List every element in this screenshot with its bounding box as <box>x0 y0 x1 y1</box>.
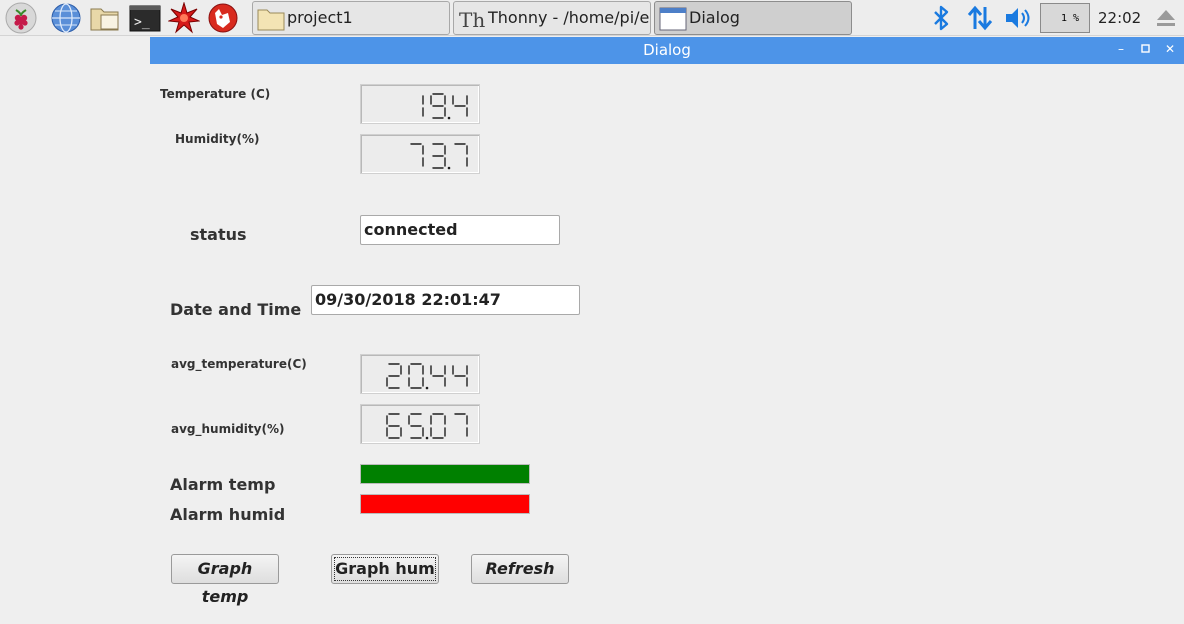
task-dialog[interactable]: Dialog <box>654 1 852 35</box>
avg-hum-lcd <box>360 404 480 444</box>
folder-icon <box>257 9 285 31</box>
avg-temp-label: avg_temperature(C) <box>171 357 307 371</box>
status-field[interactable]: connected <box>360 215 560 245</box>
humidity-label: Humidity(%) <box>175 132 260 146</box>
thonny-icon: Th <box>459 8 485 32</box>
task-label: Thonny - /home/pi/e... <box>488 8 651 27</box>
task-thonny[interactable]: Th Thonny - /home/pi/e... <box>453 1 651 35</box>
humidity-digits <box>410 143 468 170</box>
temperature-label: Temperature (C) <box>160 87 271 101</box>
mathematica-icon[interactable] <box>168 2 200 34</box>
refresh-button[interactable]: Refresh <box>471 554 569 584</box>
avg-temp-digits <box>386 363 468 390</box>
maximize-icon[interactable] <box>1139 41 1153 57</box>
graph-hum-button[interactable]: Graph hum <box>331 554 439 584</box>
close-icon[interactable]: ✕ <box>1163 41 1177 57</box>
alarm-humid-label: Alarm humid <box>170 505 286 524</box>
alarm-temp-label: Alarm temp <box>170 475 276 494</box>
datetime-field[interactable]: 09/30/2018 22:01:47 <box>311 285 580 315</box>
eject-icon[interactable] <box>1155 8 1177 28</box>
graph-temp-button[interactable]: Graph temp <box>171 554 279 606</box>
alarm-temp-indicator <box>360 464 530 484</box>
wolfram-icon[interactable] <box>207 2 239 34</box>
bluetooth-icon[interactable] <box>929 5 953 31</box>
network-arrows-icon[interactable] <box>966 4 994 32</box>
task-project1[interactable]: project1 <box>252 1 450 35</box>
task-label: Dialog <box>689 8 740 27</box>
dialog-titlebar[interactable]: Dialog – ✕ <box>150 37 1184 64</box>
humidity-lcd <box>360 134 480 174</box>
window-icon <box>659 7 687 31</box>
volume-icon[interactable] <box>1004 6 1034 30</box>
avg-hum-digits <box>386 413 468 440</box>
raspberry-icon[interactable] <box>5 2 37 34</box>
datetime-label: Date and Time <box>170 300 302 319</box>
alarm-humid-indicator <box>360 494 530 514</box>
cpu-usage: 1 % <box>1060 13 1079 24</box>
clock[interactable]: 22:02 <box>1098 9 1141 27</box>
terminal-icon[interactable]: >_ <box>129 2 161 34</box>
svg-text:>_: >_ <box>134 15 150 30</box>
cpu-monitor[interactable]: 1 % <box>1040 3 1090 33</box>
status-label: status <box>190 225 247 244</box>
task-label: project1 <box>287 8 353 27</box>
avg-hum-label: avg_humidity(%) <box>171 422 285 436</box>
taskbar: >_ project1 Th Thonny - /home/pi/e... Di… <box>0 0 1184 36</box>
temperature-lcd <box>360 84 480 124</box>
dialog-title: Dialog <box>643 41 691 59</box>
avg-temp-lcd <box>360 354 480 394</box>
temperature-digits <box>422 93 468 120</box>
minimize-icon[interactable]: – <box>1114 41 1128 57</box>
svg-text:Th: Th <box>459 8 485 32</box>
file-manager-icon[interactable] <box>89 2 121 34</box>
dialog-content: Temperature (C) Humidity(%) status conne… <box>150 64 1184 624</box>
web-browser-icon[interactable] <box>50 2 82 34</box>
